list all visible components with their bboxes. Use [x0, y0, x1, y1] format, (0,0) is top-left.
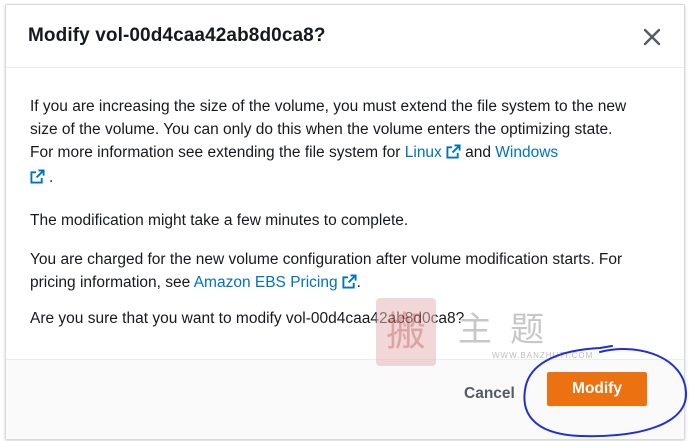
extend-filesystem-paragraph: If you are increasing the size of the vo…	[30, 95, 630, 191]
external-link-icon	[30, 168, 45, 191]
dialog-header: Modify vol-00d4caa42ab8d0ca8?	[6, 5, 684, 68]
dialog-footer: Cancel Modify	[6, 359, 684, 439]
linux-link[interactable]: Linux	[405, 144, 461, 161]
cancel-button[interactable]: Cancel	[456, 378, 523, 410]
p1-end: .	[49, 169, 54, 186]
close-button[interactable]	[640, 25, 664, 49]
dialog-title: Modify vol-00d4caa42ab8d0ca8?	[28, 25, 326, 46]
duration-paragraph: The modification might take a few minute…	[30, 212, 409, 229]
ebs-pricing-link-label: Amazon EBS Pricing	[193, 274, 338, 291]
p3-end: .	[356, 274, 361, 291]
ebs-pricing-link[interactable]: Amazon EBS Pricing	[194, 274, 357, 291]
windows-external-link[interactable]	[30, 169, 45, 186]
confirm-paragraph: Are you sure that you want to modify vol…	[30, 310, 465, 327]
p1-and: and	[460, 144, 496, 161]
external-link-icon	[342, 273, 357, 296]
pricing-paragraph: You are charged for the new volume confi…	[30, 248, 630, 296]
external-link-icon	[446, 143, 461, 166]
close-icon	[643, 28, 661, 46]
linux-link-label: Linux	[404, 144, 442, 161]
windows-link-label: Windows	[495, 144, 559, 161]
windows-link[interactable]: Windows	[495, 144, 558, 161]
modify-button[interactable]: Modify	[547, 372, 647, 406]
